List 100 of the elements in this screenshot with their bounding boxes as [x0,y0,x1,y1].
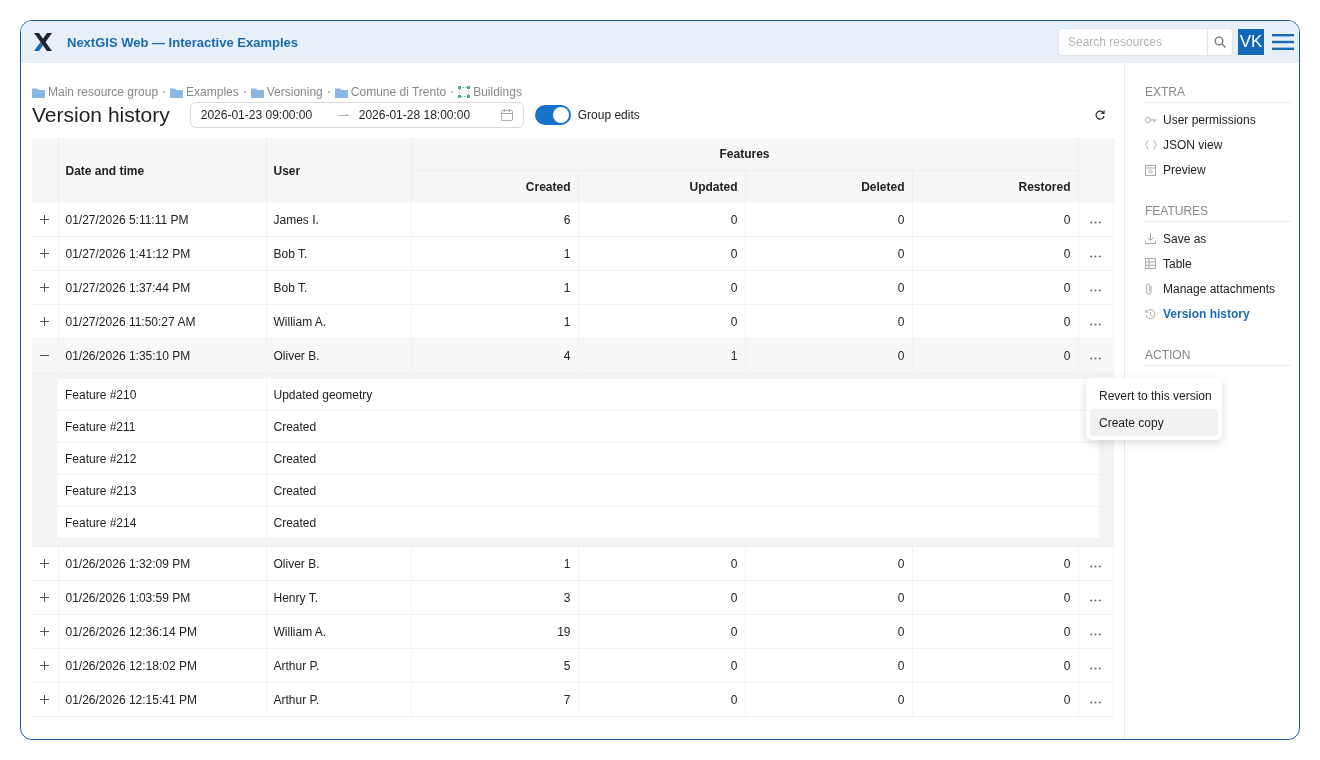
date-cell: 01/26/2026 12:18:02 PM [58,648,266,683]
table-icon [1145,258,1156,270]
sidebar-link[interactable]: User permissions [1145,107,1299,133]
expand-icon[interactable] [40,316,50,326]
search-icon[interactable] [1214,36,1226,48]
sidebar-link[interactable]: Table [1145,251,1299,277]
count-cell: 6 [411,203,578,237]
separator-icon [451,91,454,93]
menu-item[interactable]: Create copy [1090,409,1218,436]
separator-icon [163,91,166,93]
more-icon[interactable] [1090,564,1102,568]
count-cell: 0 [578,682,745,717]
braces-icon [1145,139,1157,150]
user-cell: Arthur P. [266,682,411,717]
more-icon[interactable] [1090,288,1102,292]
count-cell: 0 [745,270,912,305]
count-cell: 1 [578,338,745,373]
key-icon [1145,115,1157,124]
count-cell: 0 [578,304,745,339]
more-icon[interactable] [1090,598,1102,602]
count-cell: 0 [578,236,745,271]
calendar-icon [500,109,513,121]
download-icon [1145,233,1156,245]
column-header: Updated [578,170,745,203]
count-cell: 0 [578,203,745,237]
folder-icon [334,86,348,98]
column-header: Restored [912,170,1079,203]
refresh-icon[interactable] [1095,110,1105,120]
date-cell: 01/27/2026 11:50:27 AM [58,304,266,339]
change-cell: Created [266,410,1100,443]
sidebar-link[interactable]: Save as [1145,225,1299,252]
count-cell: 0 [912,203,1079,237]
sidebar-link[interactable]: Version history [1145,301,1299,328]
more-icon[interactable] [1090,700,1102,704]
folder-icon [32,86,45,98]
expand-icon[interactable] [40,626,50,636]
count-cell: 0 [745,304,912,339]
more-icon[interactable] [1090,666,1102,670]
date-cell: 01/26/2026 12:36:14 PM [58,614,266,649]
preview-icon [1145,164,1156,176]
user-cell: Oliver B. [266,546,411,581]
section-title: ACTION [1145,348,1291,367]
column-header: Created [411,170,578,203]
count-cell: 0 [578,270,745,305]
date-cell: 01/26/2026 1:32:09 PM [58,546,266,581]
user-cell: James I. [266,203,411,237]
count-cell: 0 [745,203,912,237]
feature-cell: Feature #210 [58,379,266,411]
breadcrumb-link[interactable]: Main resource group [32,85,159,99]
more-icon[interactable] [1090,254,1102,258]
sidebar-link[interactable]: Preview [1145,157,1299,183]
change-cell: Created [266,474,1100,507]
change-cell: Created [266,442,1100,475]
breadcrumb-link[interactable]: Comune di Trento [334,85,447,99]
expand-icon[interactable] [40,282,50,292]
breadcrumb-link[interactable]: Examples [170,85,239,99]
user-cell: William A. [266,614,411,649]
feature-cell: Feature #214 [58,506,266,539]
expand-icon[interactable] [40,660,50,670]
user-avatar[interactable]: VK [1238,29,1264,55]
count-cell: 0 [745,236,912,271]
count-cell: 1 [411,304,578,339]
count-cell: 0 [912,580,1079,615]
date-cell: 01/26/2026 12:15:41 PM [58,682,266,717]
count-cell: 1 [411,236,578,271]
group-edits-toggle[interactable] [534,105,571,125]
app-title[interactable]: NextGIS Web — Interactive Examples [67,34,1058,50]
expand-icon[interactable] [40,214,50,224]
polygon-layer-icon [458,86,471,98]
more-icon[interactable] [1090,356,1102,360]
expand-icon[interactable] [40,694,50,704]
more-icon[interactable] [1090,220,1102,224]
breadcrumb-link[interactable]: Buildings [458,85,522,99]
expand-icon[interactable] [40,248,50,258]
date-cell: 01/26/2026 1:03:59 PM [58,580,266,615]
more-icon[interactable] [1090,322,1102,326]
sidebar-link[interactable]: JSON view [1145,132,1299,158]
count-cell: 0 [912,270,1079,305]
expand-icon[interactable] [40,592,50,602]
change-cell: Created [266,506,1100,539]
count-cell: 0 [912,546,1079,581]
user-cell: William A. [266,304,411,339]
section-title: EXTRA [1145,85,1291,103]
more-icon[interactable] [1090,632,1102,636]
count-cell: 1 [411,546,578,581]
user-cell: Bob T. [266,270,411,305]
date-range-field[interactable]: 2026-01-23 09:00:00 2026-01-28 18:00:00 [189,102,524,128]
expand-icon[interactable] [40,558,50,568]
count-cell: 0 [578,614,745,649]
user-cell: Bob T. [266,236,411,271]
count-cell: 0 [745,682,912,717]
count-cell: 0 [912,614,1079,649]
date-cell: 01/27/2026 1:37:44 PM [58,270,266,305]
paperclip-icon [1145,283,1153,296]
group-header: Features [411,138,1079,171]
menu-icon[interactable] [1272,34,1294,50]
breadcrumb-link[interactable]: Versioning [250,85,323,99]
sidebar-link[interactable]: Manage attachments [1145,276,1299,302]
search-field[interactable]: Search resources [1058,28,1207,56]
count-cell: 0 [912,338,1079,373]
